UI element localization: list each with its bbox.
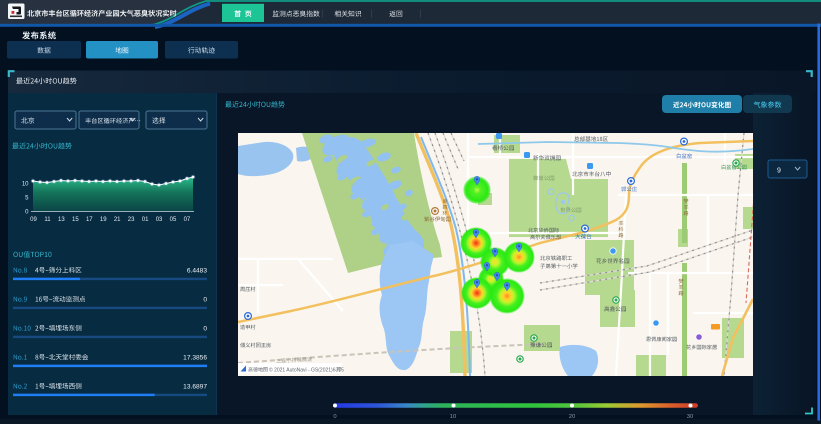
svg-text:19: 19 bbox=[100, 217, 107, 223]
svg-text:13.6897: 13.6897 bbox=[183, 384, 207, 391]
svg-text:01: 01 bbox=[142, 217, 149, 223]
svg-text:0: 0 bbox=[333, 414, 336, 420]
svg-text:21: 21 bbox=[114, 217, 121, 223]
svg-text:0: 0 bbox=[203, 326, 207, 333]
svg-text:17: 17 bbox=[86, 217, 93, 223]
svg-text:10: 10 bbox=[450, 414, 456, 420]
svg-text:15: 15 bbox=[72, 217, 79, 223]
svg-text:20: 20 bbox=[569, 414, 575, 420]
svg-text:10: 10 bbox=[22, 182, 29, 188]
svg-text:03: 03 bbox=[156, 217, 163, 223]
svg-text:30: 30 bbox=[687, 414, 693, 420]
svg-text:0: 0 bbox=[203, 297, 207, 304]
svg-text:05: 05 bbox=[170, 217, 177, 223]
svg-text:11: 11 bbox=[44, 217, 51, 223]
svg-text:17.3856: 17.3856 bbox=[183, 355, 207, 362]
svg-text:6.4483: 6.4483 bbox=[187, 268, 208, 275]
svg-text:13: 13 bbox=[58, 217, 65, 223]
svg-text:07: 07 bbox=[184, 217, 191, 223]
svg-text:23: 23 bbox=[128, 217, 135, 223]
svg-text:9: 9 bbox=[777, 168, 781, 175]
svg-text:09: 09 bbox=[30, 217, 37, 223]
svg-text:© 2021 AutoNavi - GS(2021)6375: © 2021 AutoNavi - GS(2021)6375 bbox=[269, 366, 344, 373]
